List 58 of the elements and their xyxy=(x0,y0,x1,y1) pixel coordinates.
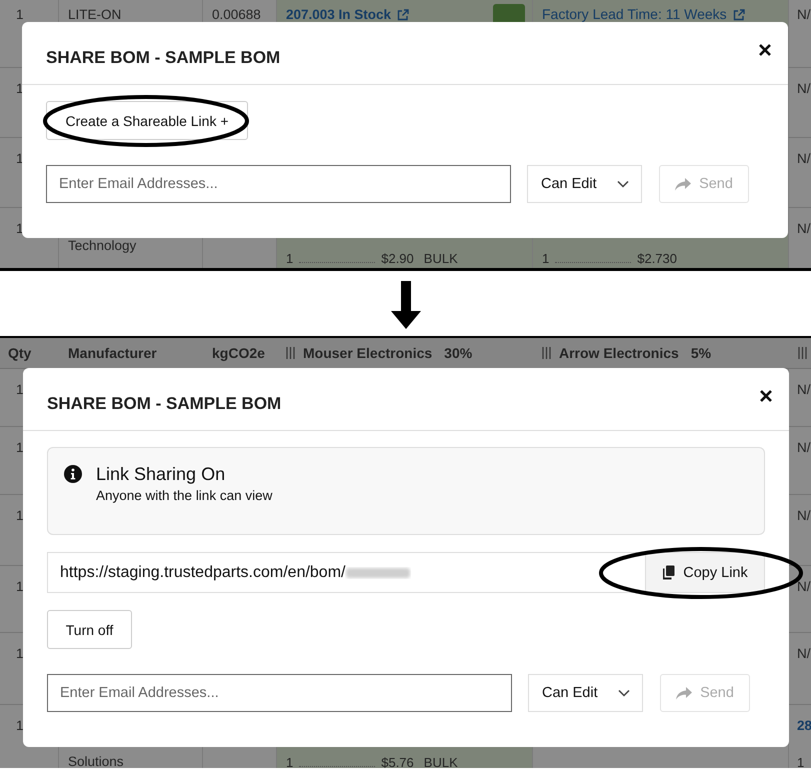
close-icon[interactable] xyxy=(759,389,773,403)
column-header: Arrow Electronics xyxy=(559,345,679,361)
price-break-row-text: 1 xyxy=(797,755,806,768)
manufacturer-name: LITE-ON xyxy=(68,6,122,23)
cell-text: N/ xyxy=(797,578,810,595)
cell-text: N/ xyxy=(797,439,810,456)
notice-text: Anyone with the link can view xyxy=(96,488,272,503)
quantity-value: 1 xyxy=(16,717,24,734)
cell-text: N/ xyxy=(797,645,810,662)
cell-text: N/ xyxy=(797,6,810,23)
column-header: Qty xyxy=(8,345,32,361)
cell-text: N/ xyxy=(797,381,810,398)
cell-text: N/ xyxy=(797,507,810,524)
dialog-title: SHARE BOM - SAMPLE BOM xyxy=(47,393,282,414)
column-header: Mouser Electronics xyxy=(303,345,432,361)
quantity-value: 1 xyxy=(16,381,24,398)
percentage-text: 5% xyxy=(690,345,712,361)
send-icon xyxy=(676,686,692,700)
permission-dropdown[interactable]: Can Edit xyxy=(527,165,642,203)
notice-title: Link Sharing On xyxy=(96,463,226,485)
url-text: https://staging.trustedparts.com/en/bom/ xyxy=(60,564,346,582)
column-header: kgCO2e xyxy=(212,345,265,361)
emission-value: 0.00688 xyxy=(212,6,261,23)
manufacturer-name: Technology xyxy=(68,237,136,254)
info-icon xyxy=(64,465,82,483)
dialog-title: SHARE BOM - SAMPLE BOM xyxy=(46,47,280,68)
manufacturer-name: Solutions xyxy=(68,753,124,768)
column-header: Manufacturer xyxy=(68,345,157,361)
copy-icon xyxy=(662,565,676,580)
permission-dropdown[interactable]: Can Edit xyxy=(528,674,643,712)
quantity-value: 1 xyxy=(16,507,24,524)
quantity-value: 1 xyxy=(16,439,24,456)
email-input-field[interactable]: Enter Email Addresses... xyxy=(46,165,511,203)
quantity-value: 1 xyxy=(16,645,24,662)
create-link-button[interactable]: Create a Shareable Link + xyxy=(46,101,248,140)
quantity-value: 1 xyxy=(16,578,24,595)
drag-handle-icon[interactable] xyxy=(286,347,295,359)
send-icon xyxy=(675,178,692,190)
external-link-icon xyxy=(397,8,410,20)
cell-text: N/ xyxy=(797,220,810,237)
external-link-icon xyxy=(732,8,745,20)
drag-handle-icon[interactable] xyxy=(798,347,807,359)
chevron-icon xyxy=(618,689,630,697)
chevron-icon xyxy=(617,180,629,188)
cell-text: N/ xyxy=(797,80,810,97)
link-field[interactable]: https://staging.trustedparts.com/en/bom/ Copy Link xyxy=(47,552,765,593)
price-break-row-text: 1 $2.730 xyxy=(542,251,678,266)
down-arrow xyxy=(390,280,420,328)
cell-text: N/ xyxy=(797,150,810,167)
percentage-text: 30% xyxy=(444,345,472,361)
drag-handle-icon[interactable] xyxy=(542,347,551,359)
price-break-row-text: 1 $5.76 BULK xyxy=(286,755,459,768)
copy-link-button[interactable]: Copy Link xyxy=(645,553,764,592)
price-break-row-text: 1 $2.90 BULK xyxy=(286,251,459,266)
email-input-field[interactable]: Enter Email Addresses... xyxy=(47,674,512,712)
turn-off-button[interactable]: Turn off xyxy=(47,610,132,649)
close-icon[interactable] xyxy=(758,43,772,57)
quantity-value: 1 xyxy=(16,6,24,23)
